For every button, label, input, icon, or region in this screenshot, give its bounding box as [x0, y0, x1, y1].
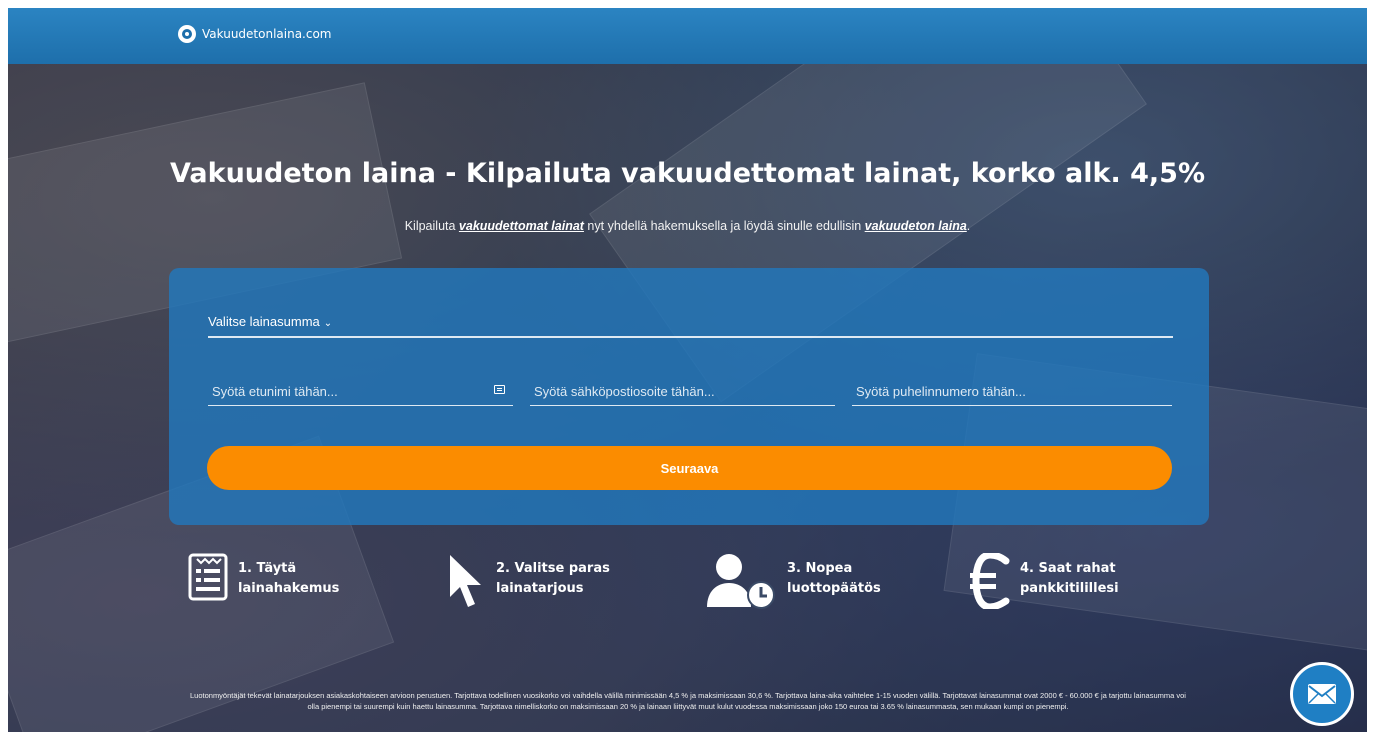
- step-text: 4. Saat rahat pankkitilillesi: [1020, 553, 1119, 599]
- step-title: lainatarjous: [496, 581, 584, 596]
- form-icon: [188, 553, 228, 601]
- chevron-down-icon: ⌄: [323, 318, 333, 329]
- euro-icon: [970, 553, 1010, 609]
- mail-icon: [1308, 684, 1336, 704]
- site-logo[interactable]: Vakuudetonlaina.com: [178, 25, 332, 43]
- user-clock-icon: [707, 554, 775, 609]
- hero-content: Vakuudeton laina - Kilpailuta vakuudetto…: [8, 8, 1367, 732]
- contact-mail-button[interactable]: [1290, 662, 1354, 726]
- step-title: 4. Saat rahat: [1020, 561, 1116, 576]
- step-item: 2. Valitse paras lainatarjous: [446, 553, 610, 611]
- cursor-icon: [450, 555, 481, 607]
- page-title: Vakuudeton laina - Kilpailuta vakuudetto…: [169, 158, 1206, 189]
- process-steps: 1. Täytä lainahakemus 2. Valitse paras l…: [8, 553, 1367, 623]
- logo-text: Vakuudetonlaina.com: [202, 27, 332, 41]
- legal-disclaimer: Luotonmyöntäjät tekevät lainatarjouksen …: [190, 691, 1186, 711]
- email-input[interactable]: [530, 378, 835, 404]
- step-item: 3. Nopea luottopäätös: [705, 553, 881, 609]
- step-text: 1. Täytä lainahakemus: [238, 553, 339, 599]
- application-form: Valitse lainasumma⌄ Seuraava: [169, 268, 1209, 525]
- step-title: luottopäätös: [787, 581, 881, 596]
- firstname-input[interactable]: [208, 378, 513, 404]
- email-field-wrap: [530, 378, 835, 406]
- logo-icon: [178, 25, 196, 43]
- link-vakuudettomat-lainat[interactable]: vakuudettomat lainat: [459, 219, 584, 233]
- loan-amount-select[interactable]: Valitse lainasumma ⌄: [208, 312, 1173, 338]
- contact-card-icon: [494, 385, 505, 394]
- loan-amount-label: Valitse lainasumma: [208, 314, 320, 329]
- top-bar: Vakuudetonlaina.com: [8, 8, 1367, 64]
- step-item: 1. Täytä lainahakemus: [188, 553, 339, 601]
- hero-subtitle: Kilpailuta vakuudettomat lainat nyt yhde…: [8, 219, 1367, 233]
- link-vakuudeton-laina[interactable]: vakuudeton laina: [865, 219, 967, 233]
- phone-input[interactable]: [852, 378, 1172, 404]
- next-button[interactable]: Seuraava: [207, 446, 1172, 490]
- step-text: 3. Nopea luottopäätös: [787, 553, 881, 599]
- step-title: 3. Nopea: [787, 561, 853, 576]
- firstname-field-wrap: [208, 378, 513, 406]
- subtitle-text: Kilpailuta: [404, 219, 459, 233]
- phone-field-wrap: [852, 378, 1172, 406]
- step-text: 2. Valitse paras lainatarjous: [496, 553, 610, 599]
- step-title: pankkitilillesi: [1020, 581, 1119, 596]
- step-title: 1. Täytä: [238, 561, 297, 576]
- step-title: lainahakemus: [238, 581, 340, 596]
- subtitle-text: .: [966, 219, 971, 233]
- step-title: 2. Valitse paras: [496, 561, 610, 576]
- step-item: 4. Saat rahat pankkitilillesi: [970, 553, 1119, 609]
- page-frame: Vakuudetonlaina.com Vakuudeton laina - K…: [8, 8, 1367, 732]
- subtitle-text: nyt yhdellä hakemuksella ja löydä sinull…: [583, 219, 865, 233]
